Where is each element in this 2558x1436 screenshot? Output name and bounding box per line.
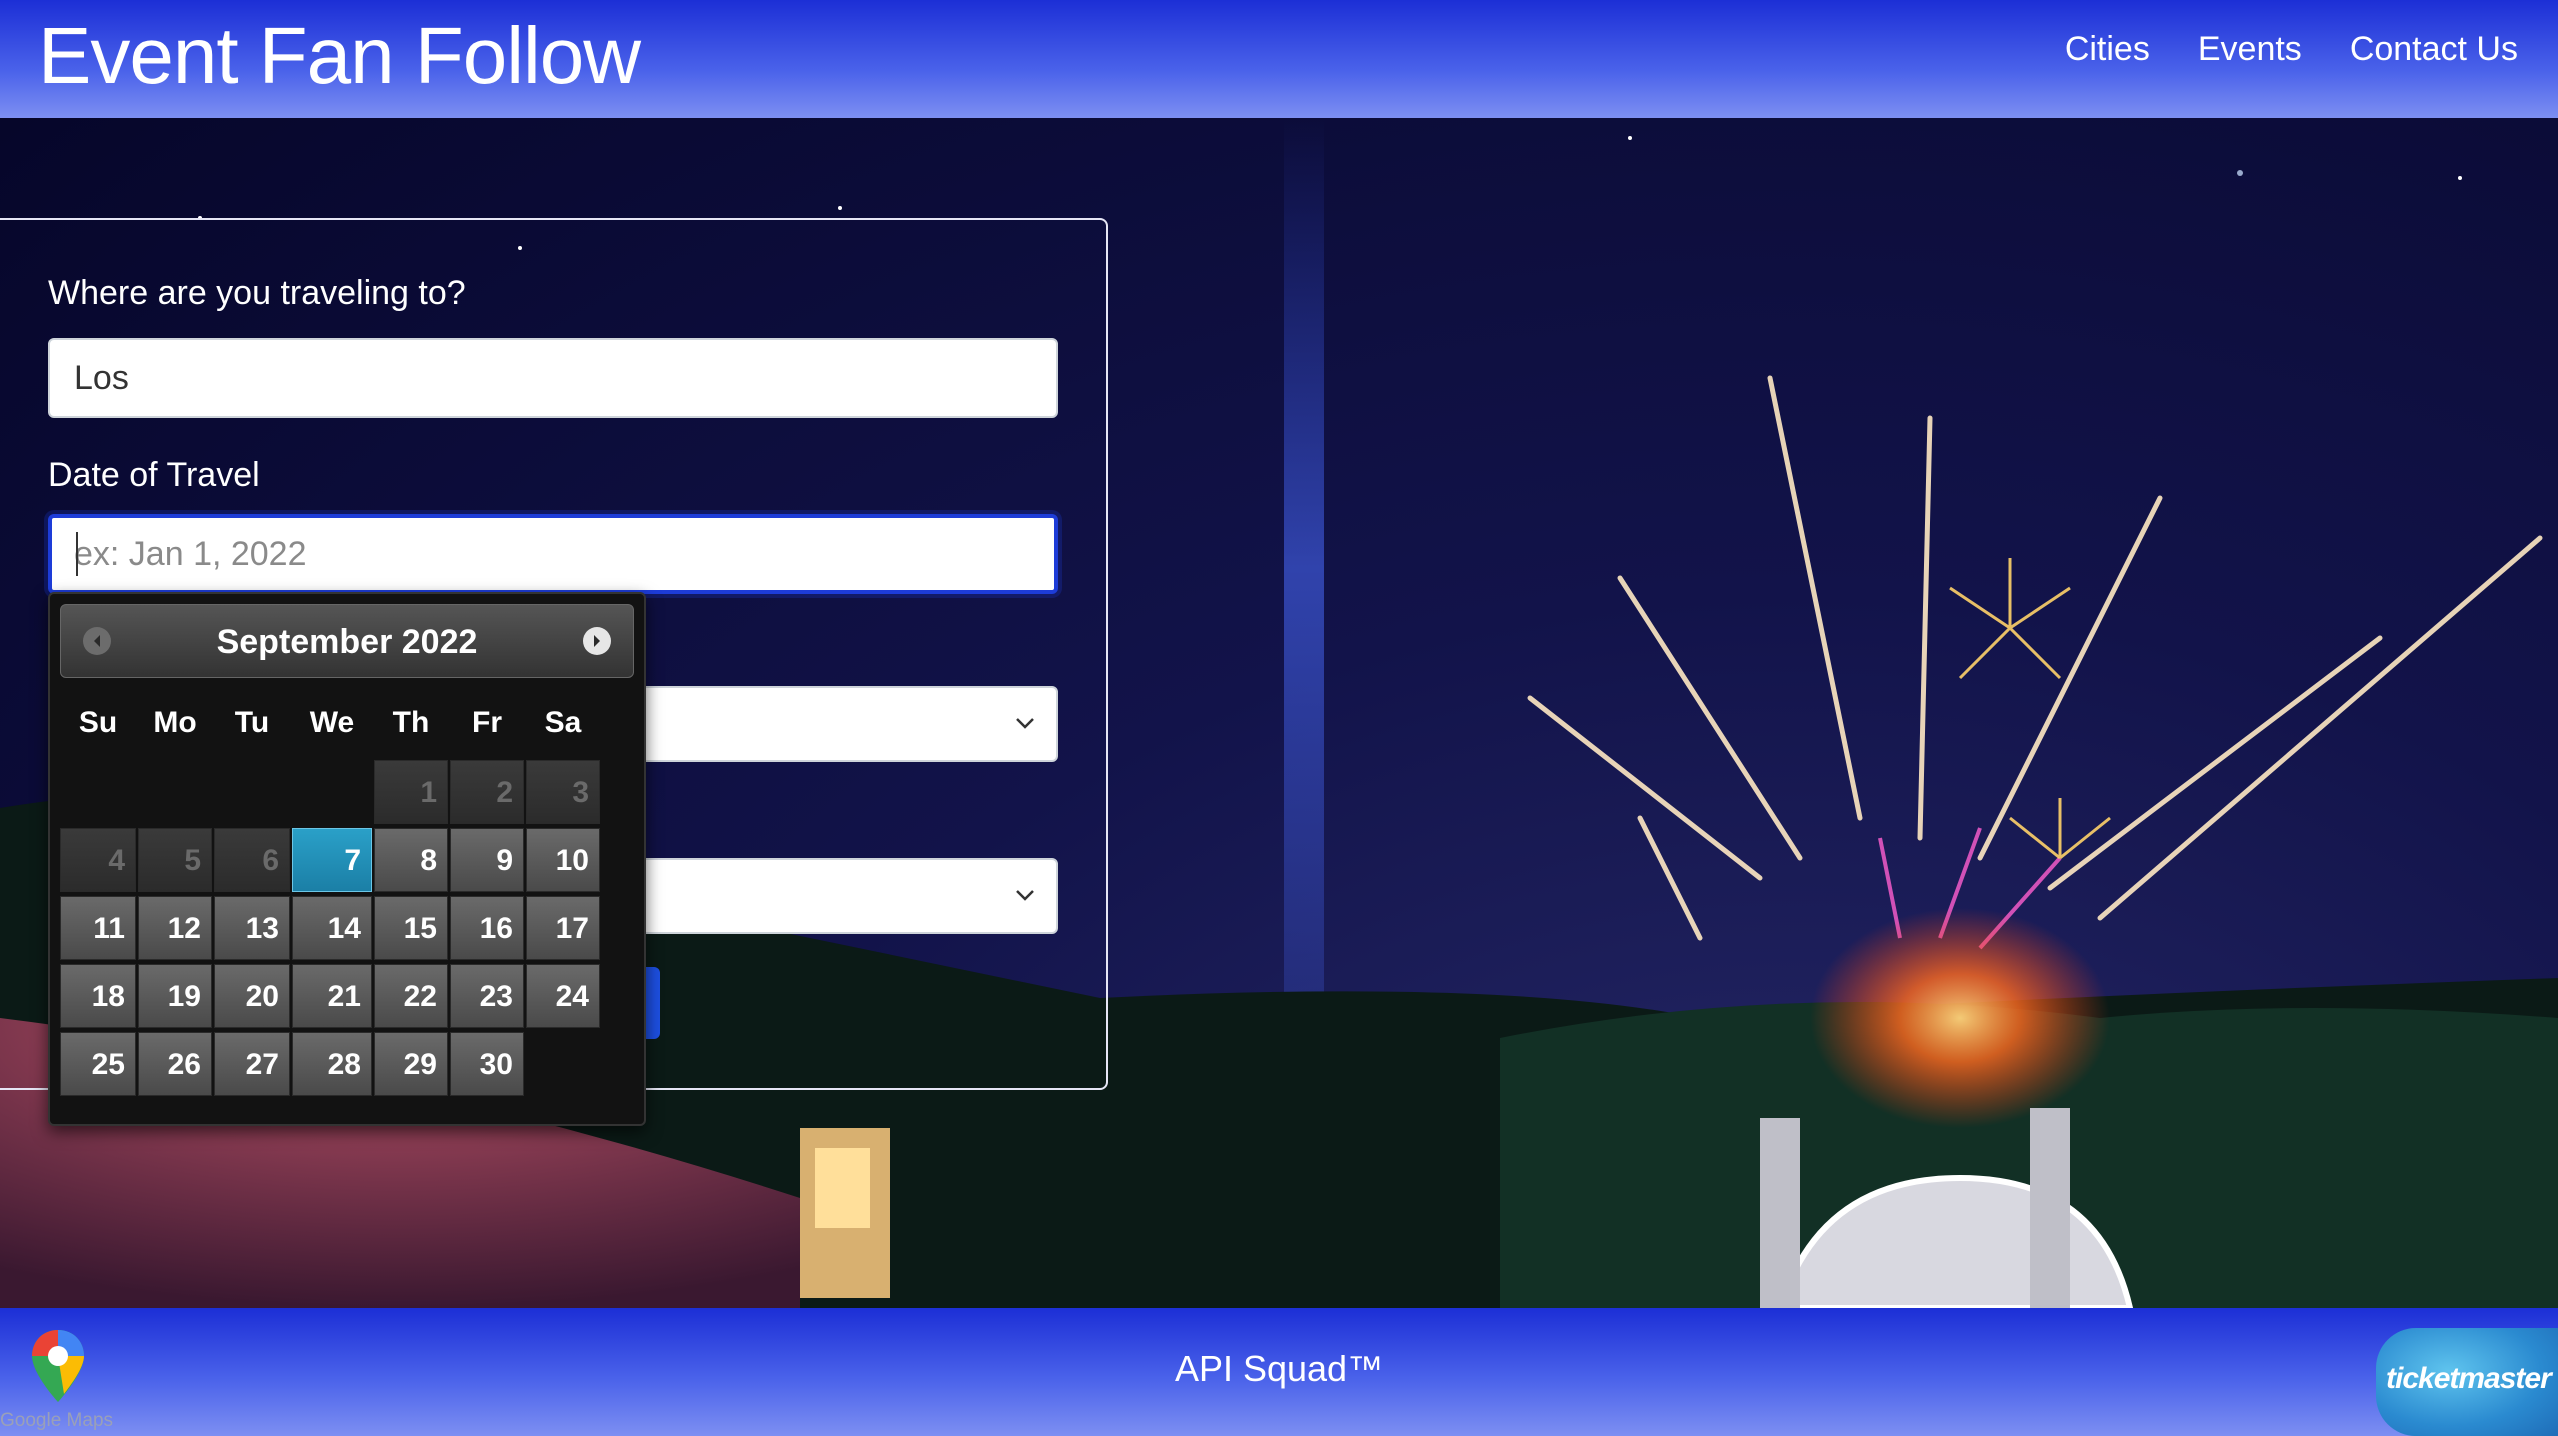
calendar-day[interactable]: 24 xyxy=(526,964,600,1028)
calendar-day[interactable]: 26 xyxy=(138,1032,212,1096)
weekday-header: Fr xyxy=(472,706,502,739)
date-input[interactable]: ex: Jan 1, 2022 xyxy=(48,514,1058,594)
calendar-day[interactable]: 20 xyxy=(214,964,290,1028)
calendar-day[interactable]: 23 xyxy=(450,964,524,1028)
calendar-day[interactable]: 10 xyxy=(526,828,600,892)
calendar-day[interactable]: 14 xyxy=(292,896,372,960)
calendar-day[interactable]: 9 xyxy=(450,828,524,892)
calendar-day[interactable]: 13 xyxy=(214,896,290,960)
calendar-day[interactable]: 28 xyxy=(292,1032,372,1096)
datepicker-month-title: September 2022 xyxy=(216,623,478,661)
calendar-day[interactable]: 25 xyxy=(60,1032,136,1096)
calendar-day: 3 xyxy=(526,760,600,824)
calendar-day: 1 xyxy=(374,760,448,824)
next-month-button[interactable] xyxy=(583,627,611,655)
chevron-right-icon xyxy=(594,635,600,647)
date-label: Date of Travel xyxy=(48,456,260,494)
weekday-header: We xyxy=(309,706,355,739)
chevron-down-icon xyxy=(1016,890,1034,901)
calendar-day[interactable]: 22 xyxy=(374,964,448,1028)
calendar-day[interactable]: 30 xyxy=(450,1032,524,1096)
weekday-header: Sa xyxy=(544,706,582,739)
calendar-day[interactable]: 12 xyxy=(138,896,212,960)
calendar-day[interactable]: 16 xyxy=(450,896,524,960)
main-nav: Cities Events Contact Us xyxy=(2065,30,2518,69)
calendar-day[interactable]: 18 xyxy=(60,964,136,1028)
calendar-day: 2 xyxy=(450,760,524,824)
nav-link-cities[interactable]: Cities xyxy=(2065,30,2150,69)
calendar-day: 5 xyxy=(138,828,212,892)
calendar-day: 6 xyxy=(214,828,290,892)
calendar-day-selected[interactable]: 7 xyxy=(292,828,372,892)
weekday-header: Th xyxy=(392,706,430,739)
datepicker-popup: September 2022 Su Mo Tu We Th Fr Sa 1 2 3 4 5 6 7 8 9 10… xyxy=(48,592,646,1126)
calendar-day[interactable]: 8 xyxy=(374,828,448,892)
weekday-header: Tu xyxy=(234,706,270,739)
destination-label: Where are you traveling to? xyxy=(48,274,466,312)
calendar-day[interactable]: 29 xyxy=(374,1032,448,1096)
calendar-day[interactable]: 11 xyxy=(60,896,136,960)
nav-link-contact-us[interactable]: Contact Us xyxy=(2350,30,2518,69)
nav-link-events[interactable]: Events xyxy=(2198,30,2302,69)
calendar-day[interactable]: 17 xyxy=(526,896,600,960)
footer-credit: API Squad™ xyxy=(1174,1348,1384,1389)
google-maps-label: Google Maps xyxy=(0,1410,114,1431)
date-input-placeholder: ex: Jan 1, 2022 xyxy=(74,535,307,573)
calendar-day[interactable]: 21 xyxy=(292,964,372,1028)
calendar-day: 4 xyxy=(60,828,136,892)
calendar-day[interactable]: 27 xyxy=(214,1032,290,1096)
text-caret xyxy=(76,532,78,576)
datepicker-header: September 2022 xyxy=(60,604,634,678)
destination-input[interactable]: Los xyxy=(48,338,1058,418)
chevron-down-icon xyxy=(1016,718,1034,729)
weekday-header: Mo xyxy=(153,706,197,739)
site-brand[interactable]: Event Fan Follow xyxy=(38,10,641,102)
site-header: Event Fan Follow Cities Events Contact U… xyxy=(0,0,2558,118)
ticketmaster-label: ticketmaster xyxy=(2386,1362,2552,1395)
calendar-day[interactable]: 15 xyxy=(374,896,448,960)
weekday-header: Su xyxy=(78,706,118,739)
calendar-day[interactable]: 19 xyxy=(138,964,212,1028)
site-footer: Google Maps API Squad™ ticketmaster xyxy=(0,1308,2558,1436)
ticketmaster-logo[interactable]: ticketmaster xyxy=(2376,1328,2558,1436)
